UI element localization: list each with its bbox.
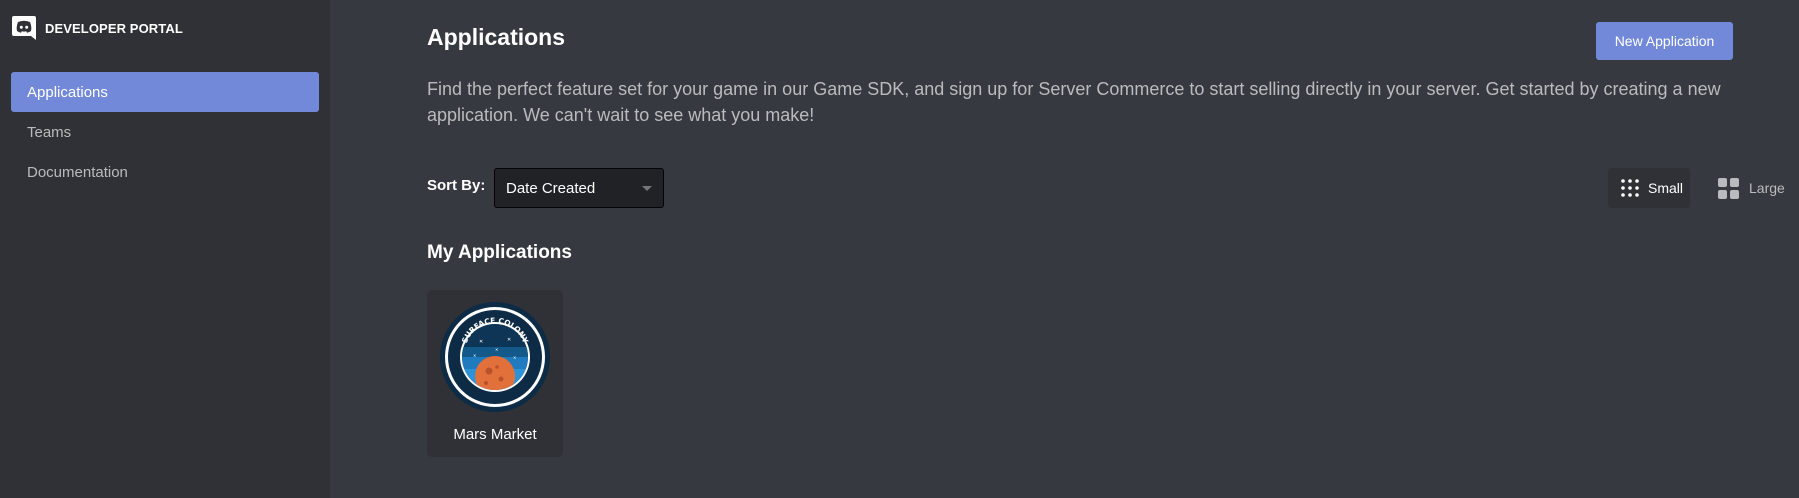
- chevron-down-icon: [642, 186, 652, 191]
- my-applications-heading: My Applications: [427, 242, 572, 263]
- sidebar-item-teams[interactable]: Teams: [11, 112, 319, 152]
- page-title: Applications: [427, 24, 566, 50]
- brand-title: DEVELOPER PORTAL: [45, 20, 183, 36]
- view-size-large-toggle[interactable]: Large: [1712, 168, 1794, 208]
- discord-logo-icon: [12, 16, 36, 40]
- new-application-button[interactable]: New Application: [1596, 22, 1733, 60]
- svg-text:✕: ✕: [495, 347, 498, 352]
- sidebar: DEVELOPER PORTAL Applications Teams Docu…: [0, 0, 330, 498]
- svg-text:✕: ✕: [473, 353, 476, 358]
- brand[interactable]: DEVELOPER PORTAL: [11, 0, 319, 56]
- sidebar-nav: Applications Teams Documentation: [11, 72, 319, 192]
- svg-text:✕: ✕: [507, 337, 511, 343]
- app-card-mars-market[interactable]: ✕ ✕ ✕ ✕ ✕ SURFACE COLONY Mars Market: [427, 290, 563, 457]
- page-description: Find the perfect feature set for your ga…: [427, 79, 1721, 125]
- view-size-small-toggle[interactable]: Small: [1608, 168, 1690, 208]
- app-root: DEVELOPER PORTAL Applications Teams Docu…: [0, 0, 1799, 498]
- app-name: Mars Market: [453, 426, 537, 443]
- large-grid-icon: [1718, 177, 1739, 199]
- main-content: Applications New Application Find the pe…: [330, 0, 1799, 498]
- svg-text:✕: ✕: [513, 355, 516, 360]
- view-size-small-label: Small: [1648, 180, 1684, 196]
- sidebar-item-applications[interactable]: Applications: [11, 72, 319, 112]
- sort-label: Sort By:: [427, 177, 486, 194]
- sort-selected-value: Date Created: [506, 179, 596, 197]
- svg-text:✕: ✕: [479, 339, 483, 345]
- planet-badge-icon: ✕ ✕ ✕ ✕ ✕ SURFACE COLONY: [440, 302, 550, 412]
- sort-dropdown[interactable]: Date Created: [494, 168, 664, 208]
- small-grid-icon: [1621, 179, 1639, 197]
- sidebar-item-documentation[interactable]: Documentation: [11, 152, 319, 192]
- view-size-large-label: Large: [1749, 180, 1785, 196]
